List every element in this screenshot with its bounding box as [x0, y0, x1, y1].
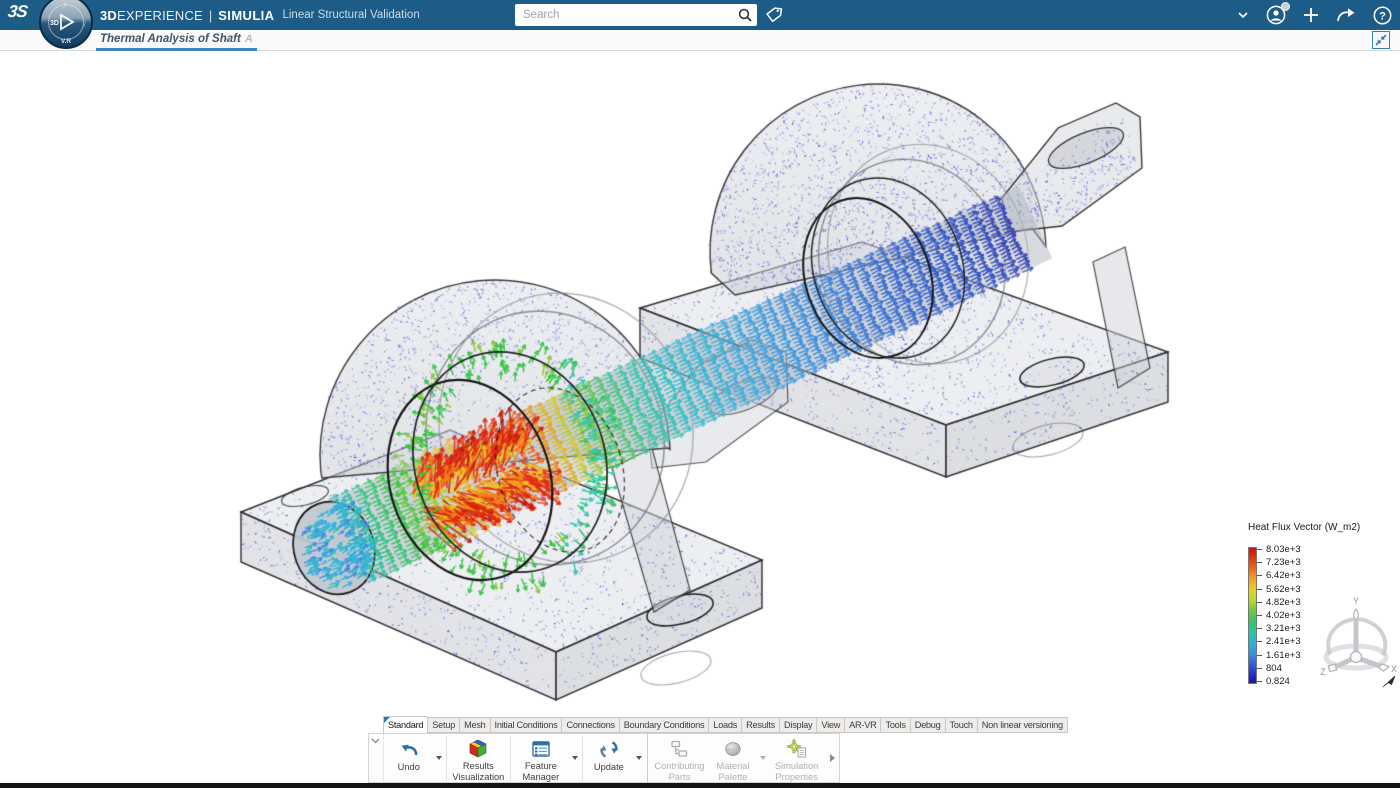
legend-colorbar — [1248, 547, 1257, 684]
compass-vr-label: V.R — [61, 38, 72, 45]
search-input[interactable] — [515, 9, 733, 21]
new-tab-button[interactable]: + — [222, 32, 236, 46]
ribbon-tab[interactable]: Boundary Conditions — [619, 717, 709, 733]
ribbon-tab-strip: StandardSetupMeshInitial ConditionsConne… — [383, 716, 1043, 733]
document-title: Thermal Analysis of Shaft — [100, 33, 241, 45]
ribbon-tab[interactable]: Mesh — [459, 717, 489, 733]
legend-tick: 3.21e+3 — [1257, 624, 1301, 633]
mouse-cursor — [1382, 672, 1398, 693]
contributing-parts-icon — [668, 738, 690, 759]
ribbon-tab[interactable]: AR-VR — [844, 717, 880, 733]
legend-tick: 4.82e+3 — [1257, 598, 1301, 607]
3d-compass[interactable]: 3D V.R y j — [38, 0, 94, 52]
undo-icon — [397, 738, 421, 760]
ribbon-collapse-chevron-icon[interactable] — [369, 734, 384, 782]
tag-icon[interactable] — [762, 4, 786, 26]
undo-label: Undo — [398, 762, 420, 773]
legend-tick: 804 — [1257, 664, 1301, 673]
simulation-properties-label: SimulationProperties — [775, 761, 818, 782]
material-palette-dropdown-arrow — [757, 734, 768, 782]
user-avatar-icon[interactable] — [1266, 5, 1286, 25]
ribbon-tab[interactable]: Display — [779, 717, 816, 733]
feature-manager-button[interactable]: FeatureManager — [512, 734, 570, 782]
feature-manager-label: FeatureManager — [523, 761, 560, 782]
material-palette-button: MaterialPalette — [709, 734, 757, 782]
svg-text:j: j — [83, 19, 86, 27]
legend-tick: 1.61e+3 — [1257, 651, 1301, 660]
avatar-badge — [1281, 2, 1290, 11]
material-palette-label: MaterialPalette — [716, 761, 749, 782]
compass-3d-label: 3D — [50, 20, 59, 27]
simulation-properties-button: SimulationProperties — [768, 734, 825, 782]
ribbon-tab[interactable]: Loads — [708, 717, 741, 733]
ribbon-tab[interactable]: Initial Conditions — [490, 717, 562, 733]
brand-experience: EXPERIENCE — [117, 8, 203, 23]
ribbon-tab[interactable]: Non linear versioning — [977, 717, 1068, 733]
legend-tick-labels: 8.03e+3 7.23e+3 6.42e+3 5.62e+3 4.82e+3 4.02e… — [1257, 545, 1301, 686]
undo-dropdown-arrow[interactable] — [434, 734, 445, 782]
legend-tick: 4.02e+3 — [1257, 611, 1301, 620]
results-visualization-label: ResultsVisualization — [452, 761, 504, 782]
legend-tick: 6.42e+3 — [1257, 571, 1301, 580]
legend-tick: 5.62e+3 — [1257, 585, 1301, 594]
simulation-properties-icon — [786, 738, 808, 759]
document-tab-bar: Thermal Analysis of Shaft A + — [0, 30, 1400, 51]
legend-tick: 0.824 — [1257, 677, 1301, 686]
ribbon-tab[interactable]: Setup — [427, 717, 459, 733]
collapse-window-button[interactable] — [1372, 31, 1390, 49]
dassault-3ds-logo: 3S — [7, 2, 29, 22]
feature-manager-icon — [530, 738, 552, 759]
add-icon[interactable] — [1303, 7, 1319, 23]
ribbon-tab[interactable]: Standard — [383, 716, 427, 733]
search-icon[interactable] — [733, 4, 757, 26]
contributing-parts-button: ContributingParts — [650, 734, 709, 782]
ribbon-tab[interactable]: Tools — [880, 717, 909, 733]
document-suffix: A — [245, 33, 253, 45]
brand-simulia: SIMULIA — [218, 8, 274, 23]
update-dropdown-arrow[interactable] — [634, 734, 645, 782]
legend-tick: 8.03e+3 — [1257, 545, 1301, 554]
share-icon[interactable] — [1336, 7, 1356, 23]
chevron-down-icon[interactable] — [1237, 11, 1249, 19]
results-visualization-button[interactable]: ResultsVisualization — [448, 734, 509, 782]
feature-manager-dropdown-arrow[interactable] — [570, 734, 581, 782]
ribbon-tab[interactable]: Connections — [561, 717, 618, 733]
legend-title: Heat Flux Vector (W_m2) — [1248, 522, 1393, 533]
ribbon-panel: Undo ResultsVisualization — [368, 733, 840, 783]
search-box[interactable] — [515, 4, 757, 26]
material-palette-icon — [722, 738, 744, 759]
help-icon[interactable]: ? — [1373, 6, 1392, 25]
svg-text:?: ? — [1379, 10, 1386, 22]
ribbon-tab[interactable]: Results — [741, 717, 779, 733]
triad-y-label: Y — [1353, 596, 1359, 606]
app-subtitle: Linear Structural Validation — [282, 9, 419, 21]
top-bar: 3S 3D EXPERIENCE | SIMULIA Linear Struct… — [0, 0, 1400, 30]
action-ribbon: StandardSetupMeshInitial ConditionsConne… — [368, 716, 1043, 783]
application-window: 3S 3D EXPERIENCE | SIMULIA Linear Struct… — [0, 0, 1400, 788]
app-title: 3D EXPERIENCE | SIMULIA Linear Structura… — [100, 0, 420, 30]
legend-tick: 7.23e+3 — [1257, 558, 1301, 567]
update-button[interactable]: Update — [584, 734, 634, 782]
update-label: Update — [594, 762, 624, 773]
ribbon-expander-arrow[interactable] — [825, 734, 839, 782]
model-viewport[interactable]: Heat Flux Vector (W_m2) 8.03e+3 7.23e+3 6.… — [0, 52, 1400, 783]
top-right-icons: ? — [1237, 0, 1392, 30]
model-canvas[interactable] — [0, 52, 1400, 783]
ribbon-tab[interactable]: View — [816, 717, 844, 733]
brand-separator: | — [209, 8, 212, 23]
ribbon-tab[interactable]: Debug — [910, 717, 945, 733]
results-visualization-icon — [467, 738, 489, 759]
undo-button[interactable]: Undo — [384, 734, 434, 782]
bottom-edge-strip — [0, 783, 1400, 788]
update-icon — [598, 738, 620, 760]
legend-tick: 2.41e+3 — [1257, 637, 1301, 646]
brand-3d: 3D — [100, 8, 117, 23]
ribbon-tab[interactable]: Touch — [945, 717, 977, 733]
triad-z-label: Z — [1320, 667, 1326, 677]
contributing-parts-label: ContributingParts — [654, 761, 704, 782]
